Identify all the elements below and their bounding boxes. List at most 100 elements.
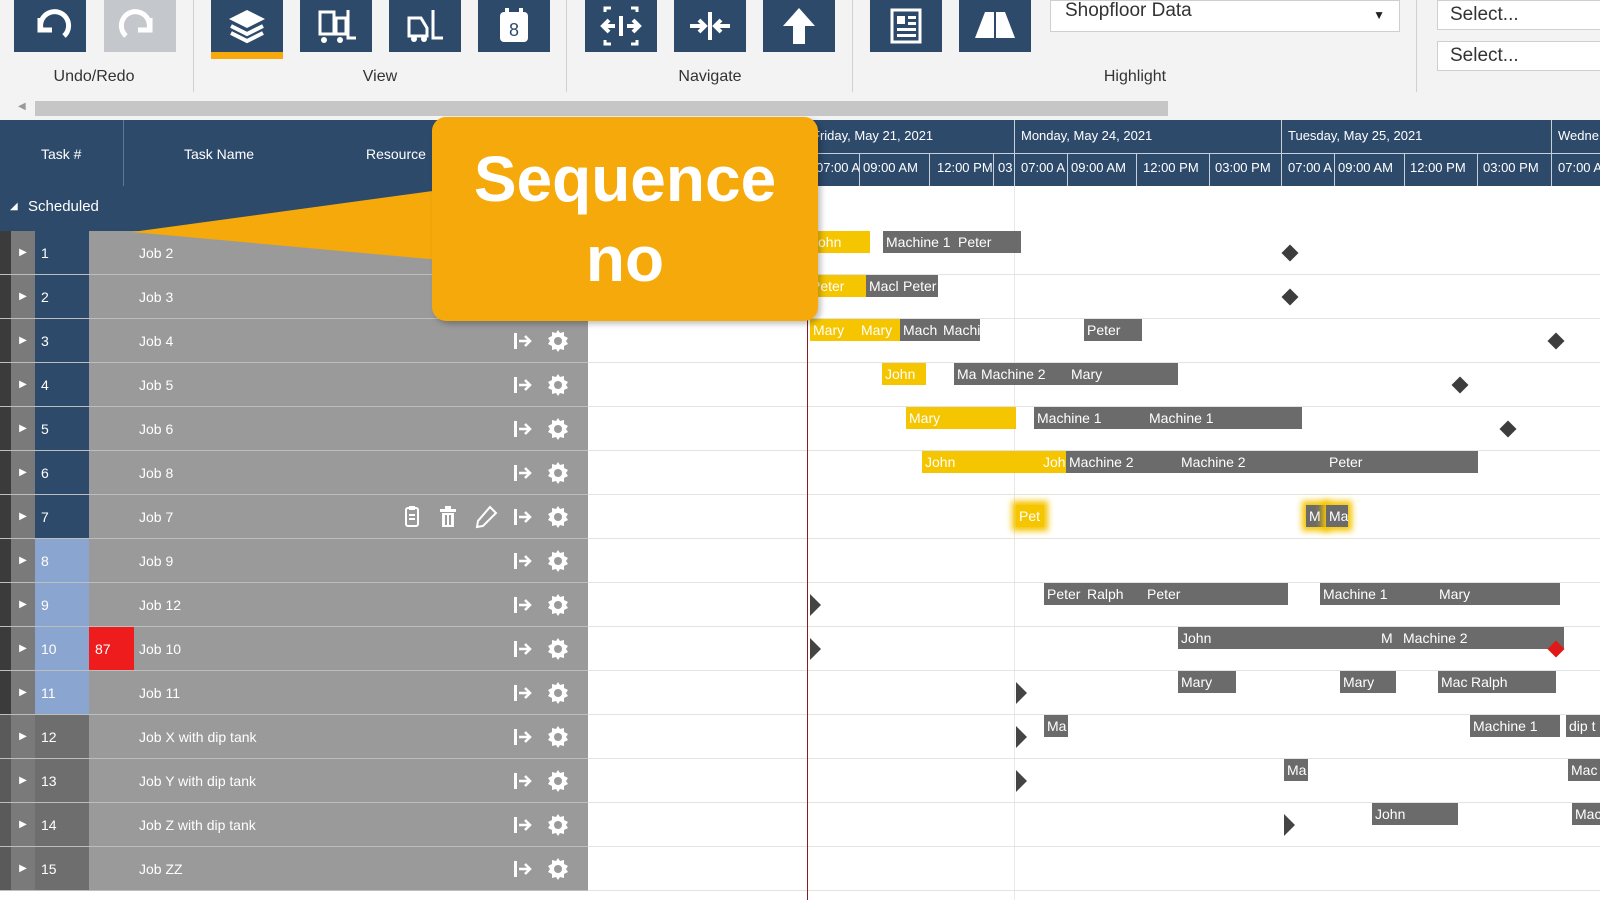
task-bar[interactable]: Ma — [1284, 759, 1308, 781]
move-pin-icon[interactable] — [512, 549, 536, 573]
milestone-diamond[interactable] — [1281, 244, 1299, 262]
task-bar[interactable]: Machine 2 — [1066, 451, 1178, 473]
expand-triangle-icon[interactable]: ▶ — [11, 715, 35, 758]
task-bar[interactable]: John — [1372, 803, 1458, 825]
table-row[interactable]: ▶ 15 Job ZZ — [0, 847, 588, 891]
gear-icon[interactable] — [546, 681, 570, 705]
task-bar[interactable]: Mac — [1568, 759, 1600, 781]
task-bar[interactable]: Machine 2 — [1178, 451, 1326, 473]
task-bar[interactable]: Machine 2 — [978, 363, 1068, 385]
move-pin-icon[interactable] — [512, 373, 536, 397]
move-pin-icon[interactable] — [512, 725, 536, 749]
table-row[interactable]: ▶ 13 Job Y with dip tank — [0, 759, 588, 803]
task-bar[interactable]: Ralph — [1084, 583, 1144, 605]
milestone-diamond[interactable] — [1499, 420, 1517, 438]
task-bar[interactable]: Mary — [1436, 583, 1560, 605]
task-bar[interactable]: Mac — [1438, 671, 1468, 693]
gear-icon[interactable] — [546, 857, 570, 881]
task-bar[interactable]: Machi — [940, 319, 980, 341]
move-pin-icon[interactable] — [512, 813, 536, 837]
task-bar[interactable]: Pet — [1016, 505, 1044, 527]
gear-icon[interactable] — [546, 769, 570, 793]
milestone-diamond[interactable] — [1281, 288, 1299, 306]
gear-icon[interactable] — [546, 461, 570, 485]
move-pin-icon[interactable] — [512, 505, 536, 529]
move-pin-icon[interactable] — [512, 857, 536, 881]
task-bar[interactable]: Mary — [1068, 363, 1178, 385]
task-bar[interactable]: Machine 1 — [1470, 715, 1560, 737]
task-bar[interactable]: Mary — [810, 319, 858, 341]
expand-triangle-icon[interactable]: ▶ — [11, 407, 35, 450]
table-row[interactable]: ▶ 6 Job 8 — [0, 451, 588, 495]
task-bar[interactable]: M — [1378, 627, 1400, 649]
task-bar[interactable]: Peter — [900, 275, 938, 297]
task-bar[interactable]: Mary — [906, 407, 1016, 429]
table-row[interactable]: ▶ 10 87 Job 10 — [0, 627, 588, 671]
table-row[interactable]: ▶ 4 Job 5 — [0, 363, 588, 407]
task-bar[interactable]: Ma — [1326, 505, 1348, 527]
expand-triangle-icon[interactable]: ▶ — [11, 847, 35, 890]
milestone-diamond[interactable] — [1547, 332, 1565, 350]
table-row[interactable]: ▶ 14 Job Z with dip tank — [0, 803, 588, 847]
gear-icon[interactable] — [546, 593, 570, 617]
table-row[interactable]: ▶ 8 Job 9 — [0, 539, 588, 583]
expand-triangle-icon[interactable]: ▶ — [11, 539, 35, 582]
perspective-button[interactable] — [959, 0, 1031, 52]
expand-triangle-icon[interactable]: ▶ — [11, 627, 35, 670]
copy-icon[interactable] — [400, 505, 424, 529]
trash-icon[interactable] — [436, 505, 460, 529]
task-bar[interactable]: Machine 1 — [883, 231, 955, 253]
move-pin-icon[interactable] — [512, 417, 536, 441]
task-bar[interactable]: Peter — [1084, 319, 1142, 341]
task-bar[interactable]: Peter — [1044, 583, 1084, 605]
move-pin-icon[interactable] — [512, 461, 536, 485]
task-bar[interactable]: John — [882, 363, 926, 385]
move-pin-icon[interactable] — [512, 681, 536, 705]
expand-triangle-icon[interactable]: ▶ — [11, 759, 35, 802]
task-bar[interactable]: Ma — [1044, 715, 1068, 737]
task-bar[interactable]: Mach — [900, 319, 940, 341]
milestone-diamond[interactable] — [1451, 376, 1469, 394]
task-bar[interactable]: Mary — [1340, 671, 1396, 693]
expand-triangle-icon[interactable]: ▶ — [11, 451, 35, 494]
task-bar[interactable]: dip t — [1566, 715, 1600, 737]
task-bar[interactable]: Mary — [858, 319, 900, 341]
expand-triangle-icon[interactable]: ▶ — [11, 803, 35, 846]
move-pin-icon[interactable] — [512, 593, 536, 617]
task-bar[interactable]: Macl — [866, 275, 900, 297]
task-bar[interactable]: Ralph — [1468, 671, 1556, 693]
table-row[interactable]: ▶ 9 Job 12 — [0, 583, 588, 627]
task-bar[interactable]: Joh — [1040, 451, 1066, 473]
task-bar[interactable]: Machine 1 — [1320, 583, 1436, 605]
expand-triangle-icon[interactable]: ▶ — [11, 495, 35, 538]
move-pin-icon[interactable] — [512, 637, 536, 661]
task-bar[interactable]: Mac — [1572, 803, 1600, 825]
expand-triangle-icon[interactable]: ▶ — [11, 583, 35, 626]
gear-icon[interactable] — [546, 417, 570, 441]
gear-icon[interactable] — [546, 813, 570, 837]
expand-triangle-icon[interactable]: ▶ — [11, 671, 35, 714]
table-row[interactable]: ▶ 5 Job 6 — [0, 407, 588, 451]
task-bar[interactable]: Peter — [955, 231, 1021, 253]
pencil-icon[interactable] — [474, 505, 498, 529]
task-bar[interactable]: Machine 1 — [1146, 407, 1302, 429]
gear-icon[interactable] — [546, 505, 570, 529]
highlight-combo[interactable]: Shopfloor Data ▼ — [1050, 0, 1400, 32]
select-1[interactable]: Select... — [1437, 0, 1600, 30]
table-row[interactable]: ▶ 12 Job X with dip tank — [0, 715, 588, 759]
gear-icon[interactable] — [546, 373, 570, 397]
task-bar[interactable]: John — [922, 451, 1040, 473]
task-bar[interactable]: Mary — [1178, 671, 1236, 693]
task-bar[interactable]: Machine 1 — [1034, 407, 1146, 429]
document-view-button[interactable] — [870, 0, 942, 52]
task-bar[interactable]: Peter — [1144, 583, 1288, 605]
expand-triangle-icon[interactable]: ▶ — [11, 363, 35, 406]
collapse-button[interactable] — [674, 0, 746, 52]
task-bar[interactable]: John — [1178, 627, 1378, 649]
task-bar[interactable]: Machine 2 — [1400, 627, 1564, 649]
task-bar[interactable]: Peter — [1326, 451, 1478, 473]
task-bar[interactable]: M — [1306, 505, 1326, 527]
table-row[interactable]: ▶ 7 Job 7 — [0, 495, 588, 539]
task-bar[interactable]: Ma — [954, 363, 978, 385]
gear-icon[interactable] — [546, 637, 570, 661]
